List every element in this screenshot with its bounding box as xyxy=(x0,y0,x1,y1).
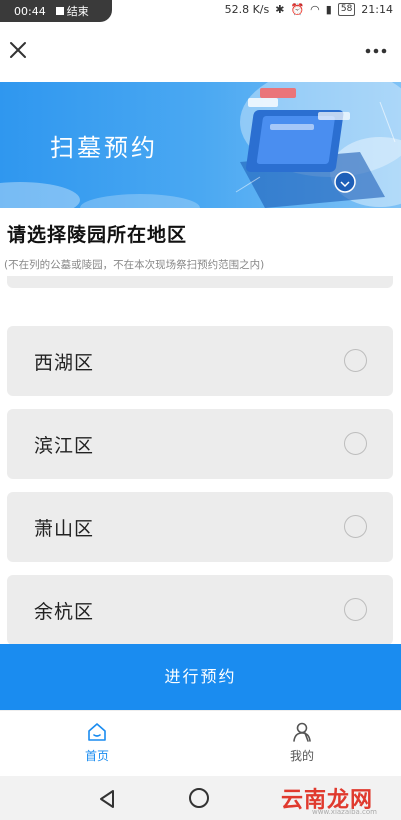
section-note: (不在列的公墓或陵园，不在本次现场祭扫预约范围之内) xyxy=(4,259,265,271)
screen-recording-pill[interactable]: 00:44 结束 xyxy=(0,0,112,22)
back-icon[interactable] xyxy=(98,789,118,809)
watermark-url: www.xiazaiba.com xyxy=(312,808,377,816)
wifi-icon: ◠ xyxy=(310,3,320,16)
radio-icon[interactable] xyxy=(344,349,367,372)
district-label: 萧山区 xyxy=(34,518,95,540)
radio-icon[interactable] xyxy=(344,432,367,455)
status-time-left: 00:44 xyxy=(14,4,46,18)
submit-appointment-button[interactable]: 进行预约 xyxy=(0,644,401,710)
home-icon xyxy=(88,723,106,741)
district-label: 余杭区 xyxy=(34,601,95,623)
stop-label: 结束 xyxy=(66,5,89,18)
network-speed: 52.8 K/s xyxy=(224,3,270,16)
banner-title: 扫墓预约 xyxy=(50,134,158,162)
user-icon xyxy=(293,722,311,742)
more-icon xyxy=(365,48,387,54)
list-item[interactable] xyxy=(7,276,393,288)
signal-icon: ▮ xyxy=(325,3,332,16)
close-button[interactable] xyxy=(4,36,32,64)
tab-bar: 首页 我的 xyxy=(0,710,401,776)
list-item[interactable]: 萧山区 xyxy=(7,492,393,562)
tab-mine[interactable]: 我的 xyxy=(262,721,342,764)
bluetooth-icon: ✱ xyxy=(275,3,285,16)
nav-bar xyxy=(0,22,401,82)
system-nav-bar: 云南龙网 www.xiazaiba.com xyxy=(0,776,401,820)
home-circle-icon[interactable] xyxy=(189,788,209,808)
banner: 扫墓预约 xyxy=(0,82,401,208)
district-label: 西湖区 xyxy=(34,352,95,374)
battery-icon: 58 xyxy=(337,3,356,16)
alarm-icon: ⏰ xyxy=(290,3,305,16)
list-item[interactable]: 余杭区 xyxy=(7,575,393,644)
status-time-right: 21:14 xyxy=(361,3,393,16)
district-list[interactable]: 西湖区 滨江区 萧山区 余杭区 xyxy=(0,276,401,644)
district-label: 滨江区 xyxy=(34,435,95,457)
stop-icon xyxy=(55,7,64,15)
radio-icon[interactable] xyxy=(344,515,367,538)
stop-recording[interactable]: 结束 xyxy=(55,3,89,19)
list-item[interactable]: 西湖区 xyxy=(7,326,393,396)
close-icon xyxy=(10,42,26,58)
section-heading: 请选择陵园所在地区 xyxy=(7,224,188,246)
status-bar: 00:44 结束 52.8 K/s ✱ ⏰ ◠ ▮ 58 21:14 xyxy=(0,0,401,22)
more-options-button[interactable] xyxy=(361,36,391,64)
tab-home[interactable]: 首页 xyxy=(57,721,137,764)
status-right: 52.8 K/s ✱ ⏰ ◠ ▮ 58 21:14 xyxy=(225,3,393,16)
tab-mine-label: 我的 xyxy=(289,749,314,763)
tab-home-label: 首页 xyxy=(84,749,109,763)
list-item[interactable]: 滨江区 xyxy=(7,409,393,479)
radio-icon[interactable] xyxy=(344,598,367,621)
